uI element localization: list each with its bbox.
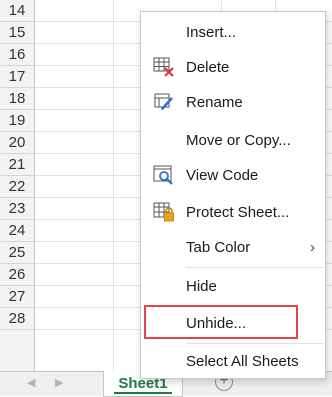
row-number[interactable]: 19 (0, 110, 34, 132)
row-number[interactable]: 21 (0, 154, 34, 176)
menu-item-label: Insert... (186, 23, 237, 41)
menu-item-label: Rename (186, 93, 243, 111)
row-number[interactable]: 22 (0, 176, 34, 198)
row-number[interactable]: 15 (0, 22, 34, 44)
view-code-icon (153, 165, 175, 185)
unhide-highlight-box (144, 305, 298, 339)
menu-separator (186, 267, 324, 268)
menu-item-protect-sheet[interactable]: Protect Sheet... (141, 195, 325, 229)
delete-sheet-icon (153, 57, 175, 77)
row-number[interactable]: 14 (0, 0, 34, 22)
menu-item-tab-color[interactable]: Tab Color › (141, 230, 325, 264)
rename-sheet-icon (153, 92, 175, 112)
menu-item-label: Tab Color (186, 238, 251, 256)
row-number[interactable]: 23 (0, 198, 34, 220)
row-number[interactable]: 18 (0, 88, 34, 110)
scroll-tabs-left-button[interactable]: ◀ (27, 376, 35, 390)
row-number[interactable]: 25 (0, 242, 34, 264)
menu-item-label: Protect Sheet... (186, 203, 290, 221)
menu-item-label: Move or Copy... (186, 131, 291, 149)
protect-sheet-icon (153, 202, 175, 222)
row-number[interactable]: 28 (0, 308, 34, 330)
menu-item-insert[interactable]: Insert... (141, 15, 325, 49)
menu-item-move-copy[interactable]: Move or Copy... (141, 123, 325, 157)
row-number[interactable]: 20 (0, 132, 34, 154)
menu-item-label: Select All Sheets (186, 352, 299, 370)
menu-item-hide[interactable]: Hide (141, 269, 325, 303)
row-number[interactable]: 17 (0, 66, 34, 88)
menu-item-view-code[interactable]: View Code (141, 158, 325, 192)
menu-item-label: Delete (186, 58, 230, 76)
menu-item-delete[interactable]: Delete (141, 50, 325, 84)
menu-item-label: View Code (186, 166, 259, 184)
menu-item-rename[interactable]: Rename (141, 85, 325, 119)
scroll-tabs-right-button[interactable]: ▶ (55, 376, 63, 390)
submenu-chevron-icon: › (310, 238, 315, 256)
row-number[interactable]: 26 (0, 264, 34, 286)
menu-item-select-all-sheets[interactable]: Select All Sheets (141, 344, 325, 378)
row-number[interactable]: 16 (0, 44, 34, 66)
row-number[interactable]: 27 (0, 286, 34, 308)
menu-item-label: Hide (186, 277, 217, 295)
row-number[interactable]: 24 (0, 220, 34, 242)
